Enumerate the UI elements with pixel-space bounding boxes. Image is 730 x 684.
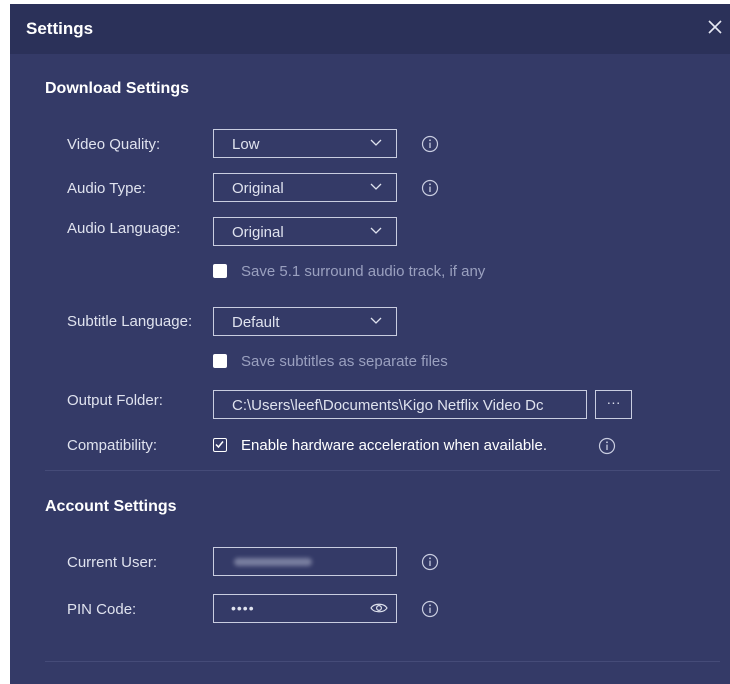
output-folder-input[interactable]: C:\Users\leef\Documents\Kigo Netflix Vid… [213, 390, 587, 419]
close-icon[interactable] [706, 18, 724, 36]
settings-dialog: Settings Download Settings Video Quality… [10, 4, 730, 684]
audio-type-select[interactable]: Original [213, 173, 397, 202]
pin-code-value: •••• [231, 600, 255, 616]
info-icon[interactable] [598, 437, 616, 455]
chevron-down-icon [370, 183, 382, 190]
section-divider [45, 470, 720, 471]
info-icon[interactable] [421, 553, 439, 571]
separate-subtitles-label: Save subtitles as separate files [241, 353, 448, 370]
dialog-title: Settings [26, 19, 94, 38]
audio-language-value: Original [232, 224, 284, 241]
compatibility-label: Compatibility: [67, 437, 158, 454]
subtitle-language-value: Default [232, 314, 280, 331]
eye-icon[interactable] [370, 601, 388, 615]
audio-language-select[interactable]: Original [213, 217, 397, 246]
surround-audio-label: Save 5.1 surround audio track, if any [241, 263, 486, 280]
download-settings-heading: Download Settings [45, 80, 189, 97]
info-icon[interactable] [421, 135, 439, 153]
browse-folder-button[interactable]: ··· [595, 390, 632, 419]
current-user-field [213, 547, 397, 576]
video-quality-value: Low [232, 136, 260, 153]
surround-audio-checkbox[interactable] [213, 264, 227, 278]
separate-subtitles-checkbox[interactable] [213, 354, 227, 368]
audio-type-label: Audio Type: [67, 180, 146, 197]
pin-code-input[interactable]: •••• [213, 594, 397, 623]
chevron-down-icon [370, 139, 382, 146]
section-divider [45, 661, 720, 662]
title-bar: Settings [10, 4, 730, 54]
subtitle-language-label: Subtitle Language: [67, 313, 193, 330]
audio-language-label: Audio Language: [67, 220, 181, 237]
video-quality-select[interactable]: Low [213, 129, 397, 158]
pin-code-label: PIN Code: [67, 601, 137, 618]
hardware-acceleration-checkbox[interactable] [213, 438, 227, 452]
video-quality-label: Video Quality: [67, 136, 161, 153]
chevron-down-icon [370, 317, 382, 324]
blurred-username [234, 558, 312, 566]
info-icon[interactable] [421, 179, 439, 197]
checkmark-icon [215, 441, 224, 449]
hardware-acceleration-label: Enable hardware acceleration when availa… [241, 437, 548, 454]
output-folder-path: C:\Users\leef\Documents\Kigo Netflix Vid… [232, 397, 544, 414]
chevron-down-icon [370, 227, 382, 234]
audio-type-value: Original [232, 180, 284, 197]
output-folder-label: Output Folder: [67, 392, 163, 409]
info-icon[interactable] [421, 600, 439, 618]
current-user-label: Current User: [67, 554, 158, 571]
subtitle-language-select[interactable]: Default [213, 307, 397, 336]
account-settings-heading: Account Settings [45, 498, 177, 515]
